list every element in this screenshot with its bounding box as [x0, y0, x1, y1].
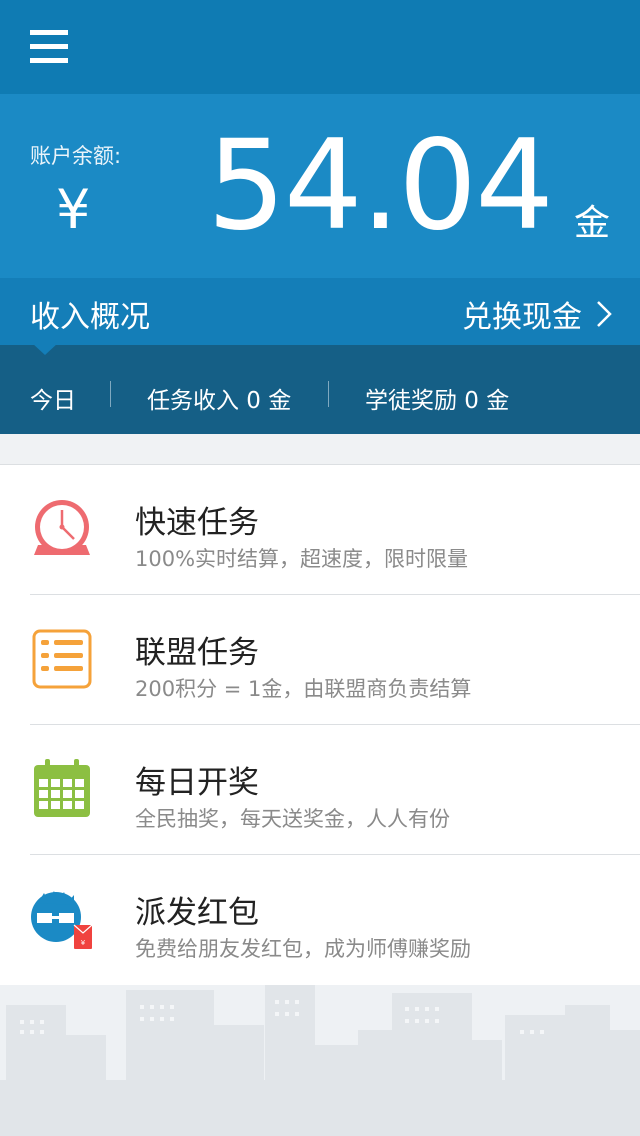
task-description: 免费给朋友发红包，成为师傅赚奖励 — [135, 937, 471, 961]
currency-symbol: ¥ — [56, 178, 91, 241]
stat-task-income: 任务收入 0 金 — [147, 388, 292, 414]
task-title: 派发红包 — [135, 895, 259, 931]
list-item-quick-task[interactable]: 快速任务 100%实时结算，超速度，限时限量 — [0, 465, 640, 595]
list-item-daily-lottery[interactable]: 每日开奖 全民抽奖，每天送奖金，人人有份 — [0, 725, 640, 855]
list-icon — [32, 629, 92, 689]
alarm-clock-icon — [34, 500, 90, 555]
list-item-alliance-task[interactable]: 联盟任务 200积分 = 1金，由联盟商负责结算 — [0, 595, 640, 725]
chevron-right-icon — [597, 301, 612, 327]
task-description: 200积分 = 1金，由联盟商负责结算 — [135, 677, 472, 701]
task-description: 全民抽奖，每天送奖金，人人有份 — [135, 807, 450, 831]
calendar-icon — [34, 759, 90, 817]
income-overview-title: 收入概况 — [30, 300, 150, 335]
city-skyline-illustration — [0, 985, 640, 1136]
stat-apprentice-reward: 学徒奖励 0 金 — [365, 388, 510, 414]
account-balance-panel: 账户余额: ¥ 54.04 金 — [0, 94, 640, 278]
pointer-triangle — [32, 343, 58, 355]
exchange-cash-button[interactable]: 兑换现金 — [462, 292, 612, 336]
task-title: 快速任务 — [135, 505, 259, 541]
exchange-cash-label: 兑换现金 — [462, 300, 582, 335]
list-item-red-envelope[interactable]: ¥ 派发红包 免费给朋友发红包，成为师傅赚奖励 — [0, 855, 640, 985]
balance-amount: 54.04 — [207, 114, 554, 258]
svg-text:¥: ¥ — [81, 939, 86, 947]
stat-divider — [328, 381, 329, 407]
balance-unit: 金 — [573, 203, 610, 244]
task-title: 每日开奖 — [135, 765, 259, 801]
task-description: 100%实时结算，超速度，限时限量 — [135, 547, 469, 571]
stat-divider — [110, 381, 111, 407]
task-title: 联盟任务 — [135, 635, 259, 671]
red-envelope-avatar-icon: ¥ — [31, 891, 93, 949]
top-navigation-bar — [0, 0, 640, 94]
hamburger-menu-icon[interactable] — [30, 30, 68, 64]
income-stats-bar: 今日 任务收入 0 金 学徒奖励 0 金 — [0, 343, 640, 434]
income-overview-bar: 收入概况 兑换现金 — [0, 278, 640, 345]
task-list: 快速任务 100%实时结算，超速度，限时限量 联盟任务 200积分 = 1金，由… — [0, 464, 640, 986]
stat-today: 今日 — [30, 388, 76, 414]
balance-label: 账户余额: — [30, 144, 122, 168]
